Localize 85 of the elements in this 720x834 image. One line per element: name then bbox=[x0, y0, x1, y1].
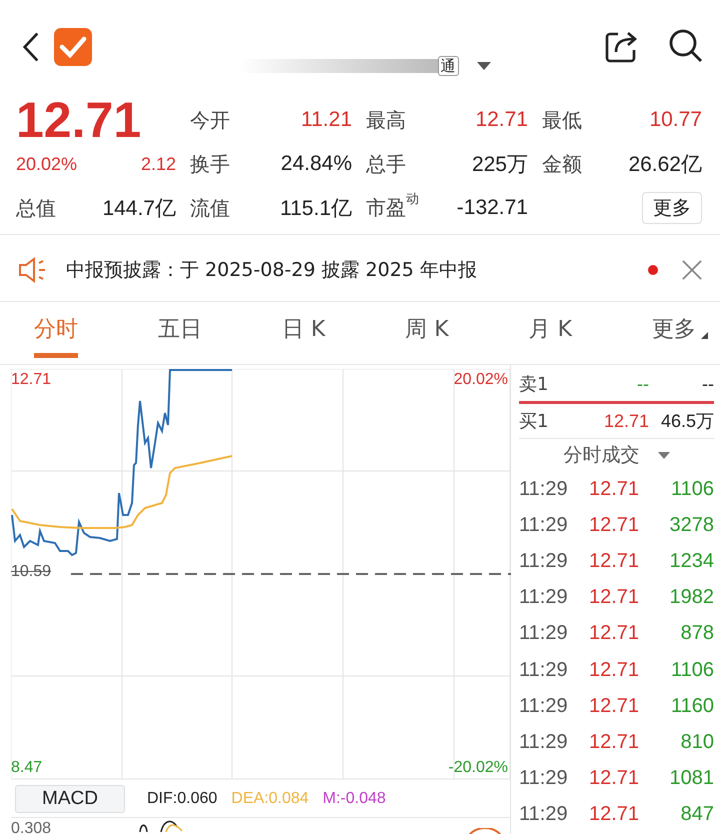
trade-price: 12.71 bbox=[589, 550, 640, 573]
trade-time: 11:29 bbox=[519, 550, 569, 573]
trade-volume: 847 bbox=[680, 803, 714, 826]
stat-label: 总值 bbox=[16, 194, 56, 222]
change-amount: 2.12 bbox=[140, 154, 176, 174]
trade-time: 11:29 bbox=[519, 803, 569, 826]
stat-value: 26.62亿 bbox=[628, 152, 702, 178]
trade-volume: 1106 bbox=[670, 478, 714, 501]
stat-label: 换手 bbox=[190, 150, 230, 178]
trades-title[interactable]: 分时成交 bbox=[564, 442, 640, 468]
more-button[interactable]: 更多 bbox=[642, 192, 702, 224]
trade-price: 12.71 bbox=[589, 767, 640, 790]
dropdown-caret-icon[interactable] bbox=[658, 452, 670, 458]
dif-value: DIF:0.060 bbox=[147, 790, 218, 808]
trade-price: 12.71 bbox=[589, 478, 640, 501]
chart-tab[interactable]: 更多 bbox=[652, 310, 696, 358]
stat-label: 金额 bbox=[542, 150, 582, 178]
chart-tab[interactable]: 日 K bbox=[282, 310, 326, 358]
trade-volume: 1106 bbox=[670, 658, 714, 682]
trade-price: 12.71 bbox=[589, 730, 640, 754]
order-price: -- bbox=[636, 374, 649, 394]
order-price: 12.71 bbox=[602, 410, 649, 432]
trade-volume: 3278 bbox=[668, 514, 714, 537]
m-value: M:-0.048 bbox=[322, 790, 386, 808]
trade-volume: 1160 bbox=[670, 694, 714, 718]
change-percent: 20.02% bbox=[16, 154, 78, 174]
current-price: 12.71 bbox=[16, 94, 142, 146]
trade-volume: 1081 bbox=[668, 767, 714, 790]
stat-value: 144.7亿 bbox=[102, 196, 176, 222]
trade-price: 12.71 bbox=[589, 803, 640, 826]
trade-time: 11:29 bbox=[519, 586, 569, 610]
dropdown-caret-icon[interactable] bbox=[476, 62, 490, 70]
chart-tab[interactable]: 周 K bbox=[405, 310, 449, 358]
stat-label: 市盈$^{动}$ bbox=[366, 194, 419, 222]
axis-label: 0.308 bbox=[11, 820, 52, 834]
trade-price: 12.71 bbox=[589, 622, 640, 646]
axis-label: 10.59 bbox=[11, 563, 52, 581]
dea-value: DEA:0.084 bbox=[231, 790, 309, 808]
stat-label: 流值 bbox=[190, 194, 230, 222]
order-volume: -- bbox=[701, 374, 714, 394]
order-volume: 46.5万 bbox=[660, 410, 714, 433]
corner-caret-icon bbox=[700, 332, 708, 339]
trade-time: 11:29 bbox=[519, 767, 569, 790]
stat-label: 今开 bbox=[190, 106, 230, 134]
trade-price: 12.71 bbox=[589, 658, 640, 682]
stat-value: 11.21 bbox=[301, 108, 352, 132]
stat-value: 24.84% bbox=[280, 152, 352, 176]
trade-time: 11:29 bbox=[519, 658, 569, 682]
stat-value: 10.77 bbox=[649, 108, 702, 132]
notice-text[interactable]: 中报预披露：于 2025-08-29 披露 2025 年中报 bbox=[66, 257, 648, 283]
macd-curves bbox=[139, 820, 183, 832]
trade-time: 11:29 bbox=[519, 478, 569, 501]
trade-price: 12.71 bbox=[589, 586, 640, 610]
trade-price: 12.71 bbox=[589, 694, 640, 718]
indicator-button[interactable]: MACD bbox=[15, 785, 125, 813]
trade-time: 11:29 bbox=[519, 694, 569, 718]
back-icon[interactable] bbox=[22, 31, 40, 63]
stat-label: 最低 bbox=[542, 106, 582, 134]
stat-value: -132.71 bbox=[456, 196, 528, 220]
trade-volume: 1234 bbox=[668, 550, 714, 573]
trade-time: 11:29 bbox=[519, 514, 569, 537]
stat-value: 225万 bbox=[472, 152, 528, 178]
axis-label: 8.47 bbox=[11, 759, 42, 777]
stat-value: 115.1亿 bbox=[280, 196, 352, 222]
trade-price: 12.71 bbox=[589, 514, 640, 537]
checkmark-app-icon[interactable] bbox=[54, 28, 92, 66]
connect-badge: 通 bbox=[438, 56, 458, 76]
trade-time: 11:29 bbox=[519, 622, 569, 646]
close-icon[interactable] bbox=[682, 260, 702, 280]
stat-value: 12.71 bbox=[475, 108, 528, 132]
chart-tab[interactable]: 五日 bbox=[158, 310, 202, 358]
search-icon[interactable] bbox=[668, 28, 704, 64]
order-level: 买1 bbox=[519, 410, 550, 433]
axis-label: 12.71 bbox=[11, 371, 52, 389]
axis-label: -20.02% bbox=[448, 759, 508, 777]
trade-volume: 878 bbox=[680, 622, 714, 646]
order-level: 卖1 bbox=[519, 373, 550, 396]
trade-time: 11:29 bbox=[519, 730, 569, 754]
stat-label: 总手 bbox=[366, 150, 406, 178]
trade-volume: 810 bbox=[680, 730, 714, 754]
axis-label: 20.02% bbox=[454, 371, 508, 389]
trade-volume: 1982 bbox=[668, 586, 714, 610]
stat-label: 最高 bbox=[366, 106, 406, 134]
speaker-icon bbox=[18, 257, 48, 283]
chart-tab[interactable]: 月 K bbox=[528, 310, 572, 358]
